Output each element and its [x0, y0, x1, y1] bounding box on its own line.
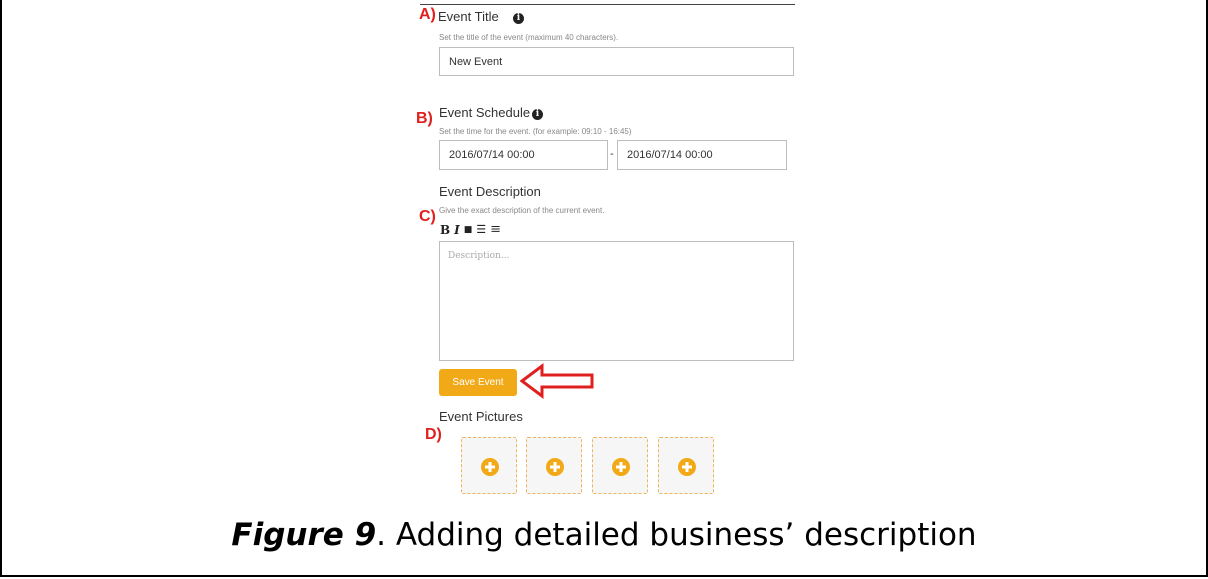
- editor-toolbar: B I ■ ☰ ≡: [440, 223, 501, 238]
- italic-button[interactable]: I: [454, 223, 460, 237]
- figure-number: Figure 9: [231, 517, 377, 553]
- schedule-start-input[interactable]: 2016/07/14 00:00: [439, 140, 608, 170]
- marker-a: A): [419, 6, 436, 23]
- plus-icon: [612, 458, 630, 476]
- figure-caption: Figure 9. Adding detailed business’ desc…: [0, 517, 1208, 553]
- event-title-hint: Set the title of the event (maximum 40 c…: [439, 33, 619, 42]
- event-title-label: Event Title: [438, 9, 499, 24]
- marker-d: D): [425, 426, 442, 443]
- event-schedule-label: Event Schedule: [439, 105, 531, 120]
- event-schedule-hint: Set the time for the event. (for example…: [439, 127, 632, 136]
- event-description-textarea[interactable]: Description...: [439, 241, 794, 361]
- add-picture-slot-3[interactable]: [592, 437, 648, 494]
- schedule-end-input[interactable]: 2016/07/14 00:00: [617, 140, 787, 170]
- event-title-input[interactable]: New Event: [439, 47, 794, 76]
- plus-icon: [546, 458, 564, 476]
- info-icon[interactable]: i: [532, 109, 543, 120]
- description-placeholder: Description...: [448, 251, 510, 261]
- figure-caption-text: . Adding detailed business’ description: [376, 517, 977, 553]
- event-pictures-label: Event Pictures: [439, 409, 523, 424]
- add-picture-slot-4[interactable]: [658, 437, 714, 494]
- bold-button[interactable]: B: [440, 223, 450, 237]
- add-picture-slot-2[interactable]: [526, 437, 582, 494]
- add-picture-slot-1[interactable]: [461, 437, 517, 494]
- top-divider: [420, 4, 795, 5]
- schedule-separator: -: [610, 148, 614, 160]
- unordered-list-icon[interactable]: ≡: [490, 223, 501, 237]
- save-event-button[interactable]: Save Event: [439, 369, 517, 396]
- ordered-list-icon[interactable]: ☰: [476, 223, 486, 237]
- event-description-label: Event Description: [439, 184, 541, 199]
- marker-c: C): [419, 208, 436, 225]
- event-title-value: New Event: [449, 55, 503, 68]
- schedule-end-value: 2016/07/14 00:00: [627, 149, 713, 161]
- info-icon[interactable]: i: [513, 13, 524, 24]
- event-description-hint: Give the exact description of the curren…: [439, 206, 605, 215]
- plus-icon: [481, 458, 499, 476]
- schedule-start-value: 2016/07/14 00:00: [449, 149, 535, 161]
- marker-b: B): [416, 110, 433, 127]
- bookmark-icon[interactable]: ■: [464, 223, 473, 237]
- save-event-label: Save Event: [452, 377, 504, 388]
- plus-icon: [678, 458, 696, 476]
- pointer-arrow-icon: [520, 363, 594, 399]
